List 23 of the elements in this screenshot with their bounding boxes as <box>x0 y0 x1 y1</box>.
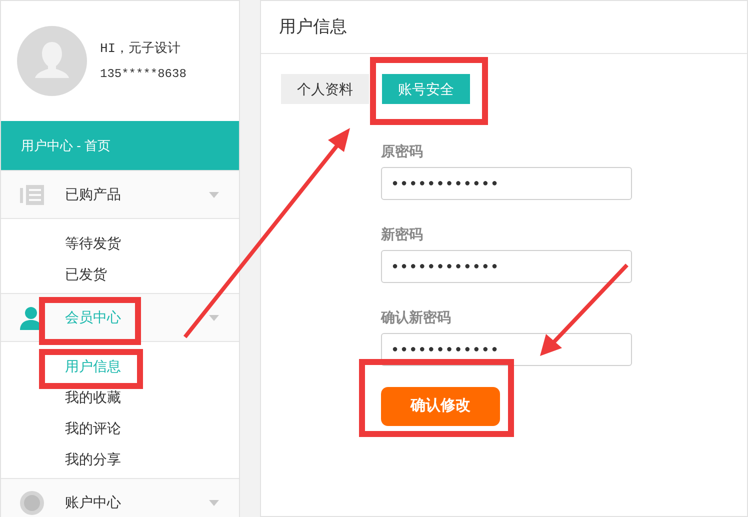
password-field[interactable]: ●●●●●●●●●●●● <box>381 250 632 283</box>
submenu-item[interactable]: 我的分享 <box>65 449 121 470</box>
submenu-item[interactable]: 已发货 <box>65 264 107 285</box>
user-name: HI，元子设计 <box>100 40 182 58</box>
list-icon <box>20 184 44 204</box>
coin-icon <box>20 490 44 514</box>
person-icon <box>20 306 42 330</box>
menu-group[interactable]: 账户中心 <box>65 492 121 513</box>
submenu-item[interactable]: 等待发货 <box>65 233 121 254</box>
submenu-item[interactable]: 我的收藏 <box>65 387 121 408</box>
field-label: 原密码 <box>381 142 424 161</box>
password-field[interactable]: ●●●●●●●●●●●● <box>381 167 632 200</box>
phone-number: 135*****8638 <box>100 66 186 83</box>
caret-icon <box>209 314 219 320</box>
field-label: 新密码 <box>381 225 424 244</box>
page-title: 用户信息 <box>279 16 347 38</box>
submenu-item[interactable]: 我的评论 <box>65 418 121 439</box>
field-label: 确认新密码 <box>381 308 452 327</box>
caret-icon <box>209 500 219 506</box>
tab[interactable]: 个人资料 <box>281 74 369 104</box>
caret-icon <box>209 192 219 198</box>
avatar-icon <box>17 26 87 96</box>
menu-group[interactable]: 已购产品 <box>65 184 121 205</box>
